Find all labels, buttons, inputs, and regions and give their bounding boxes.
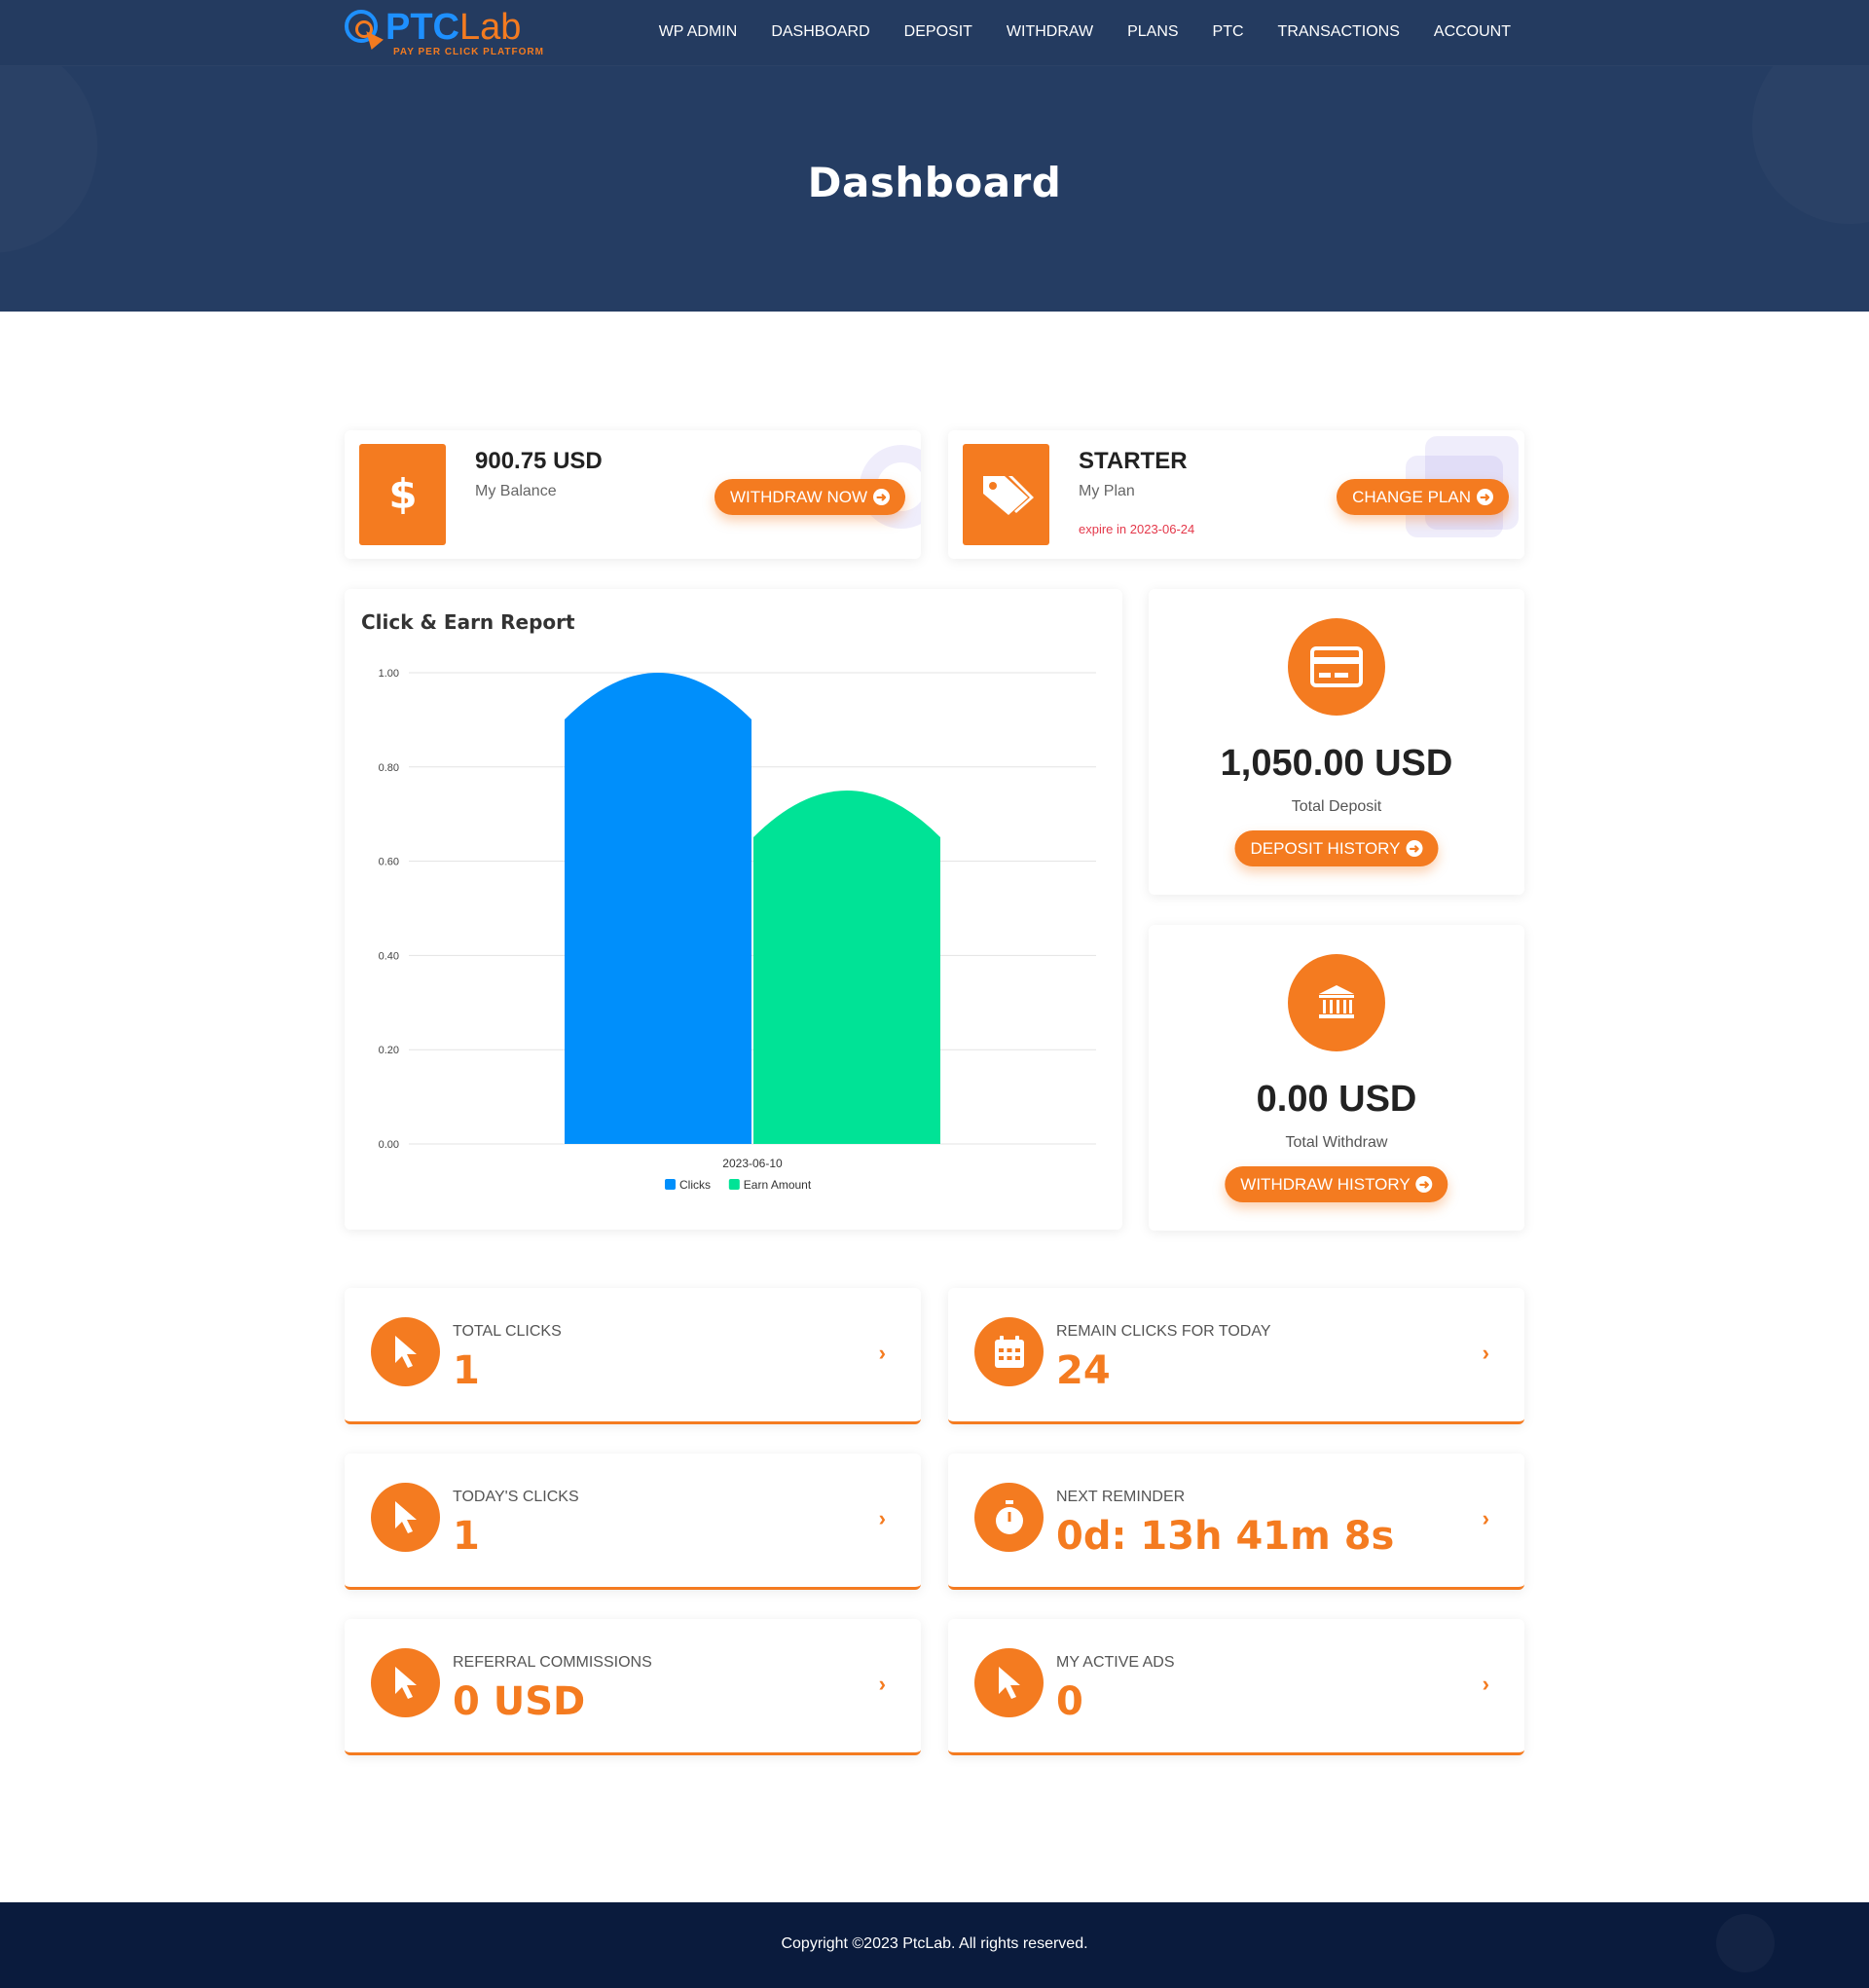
deposit-history-label: DEPOSIT HISTORY (1250, 838, 1401, 858)
legend-label: Earn Amount (744, 1178, 812, 1192)
withdraw-history-button[interactable]: WITHDRAW HISTORY ➜ (1225, 1166, 1448, 1202)
deposit-history-button[interactable]: DEPOSIT HISTORY ➜ (1234, 830, 1439, 866)
chevron-right-icon: › (1482, 1506, 1489, 1530)
chevron-right-icon: › (878, 1672, 886, 1696)
active-ads-value: 0 (1056, 1679, 1083, 1724)
plan-expiry: expire in 2023-06-24 (1079, 522, 1195, 536)
todays-clicks-label: TODAY'S CLICKS (453, 1489, 579, 1505)
remain-clicks-value: 24 (1056, 1348, 1111, 1393)
pointer-icon (371, 1483, 440, 1552)
withdraw-now-button[interactable]: WITHDRAW NOW ➜ (714, 479, 905, 515)
total-withdraw-label: Total Withdraw (1285, 1134, 1388, 1151)
svg-text:$: $ (388, 471, 417, 518)
hero-banner: PTCLab PAY PER CLICK PLATFORM WP ADMIN D… (0, 0, 1869, 312)
nav-withdraw[interactable]: WITHDRAW (1007, 23, 1093, 41)
nav-account[interactable]: ACCOUNT (1434, 23, 1511, 41)
logo-brand-part1: PTC (385, 7, 459, 48)
nav-ptc[interactable]: PTC (1213, 23, 1244, 41)
calendar-icon (974, 1317, 1044, 1386)
credit-card-icon (1288, 618, 1385, 716)
chevron-right-icon: › (1482, 1341, 1489, 1365)
balance-value: 900.75 USD (475, 448, 603, 474)
chevron-right-icon: › (878, 1506, 886, 1530)
referral-commissions-label: REFERRAL COMMISSIONS (453, 1654, 652, 1671)
navbar: PTCLab PAY PER CLICK PLATFORM WP ADMIN D… (0, 0, 1869, 66)
y-tick-label: 0.40 (379, 950, 399, 962)
logo-tagline: PAY PER CLICK PLATFORM (393, 47, 544, 57)
arrow-right-icon: ➜ (1415, 1176, 1433, 1193)
y-tick-label: 1.00 (379, 668, 399, 680)
stopwatch-icon (974, 1483, 1044, 1552)
remain-clicks-card[interactable]: REMAIN CLICKS FOR TODAY 24 › (948, 1288, 1524, 1424)
total-deposit-label: Total Deposit (1291, 798, 1382, 815)
total-deposit-value: 1,050.00 USD (1220, 743, 1453, 784)
total-clicks-label: TOTAL CLICKS (453, 1323, 562, 1340)
plan-value: STARTER (1079, 448, 1188, 474)
click-earn-chart: 0.00 0.20 0.40 0.60 0.80 1.00 2023-06-10 Clicks… (379, 668, 1096, 1192)
dollar-icon: $ (359, 444, 446, 545)
active-ads-label: MY ACTIVE ADS (1056, 1654, 1175, 1671)
legend-marker (665, 1179, 676, 1190)
pointer-icon (974, 1648, 1044, 1717)
copyright-text: Copyright ©2023 PtcLab. All rights reser… (781, 1935, 1088, 1952)
nav-deposit[interactable]: DEPOSIT (904, 23, 972, 41)
next-reminder-value: 0d: 13h 41m 8s (1056, 1514, 1395, 1559)
page-title: Dashboard (807, 159, 1062, 206)
scroll-top-button[interactable] (1716, 1914, 1775, 1972)
chevron-right-icon: › (1482, 1672, 1489, 1696)
pointer-icon (371, 1648, 440, 1717)
footer: Copyright ©2023 PtcLab. All rights reser… (0, 1902, 1869, 1988)
remain-clicks-label: REMAIN CLICKS FOR TODAY (1056, 1323, 1271, 1340)
next-reminder-label: NEXT REMINDER (1056, 1489, 1186, 1505)
referral-commissions-value: 0 USD (453, 1679, 586, 1724)
nav-plans[interactable]: PLANS (1127, 23, 1178, 41)
y-tick-label: 0.20 (379, 1045, 399, 1056)
active-ads-card[interactable]: MY ACTIVE ADS 0 › (948, 1619, 1524, 1755)
total-withdraw-card: 0.00 USD Total Withdraw WITHDRAW HISTORY… (1149, 925, 1524, 1231)
todays-clicks-card[interactable]: TODAY'S CLICKS 1 › (345, 1454, 921, 1590)
logo-brand-part2: Lab (459, 7, 522, 48)
withdraw-history-label: WITHDRAW HISTORY (1240, 1174, 1411, 1194)
balance-label: My Balance (475, 483, 557, 499)
total-withdraw-value: 0.00 USD (1256, 1079, 1417, 1120)
referral-commissions-card[interactable]: REFERRAL COMMISSIONS 0 USD › (345, 1619, 921, 1755)
todays-clicks-value: 1 (453, 1514, 480, 1559)
change-plan-label: CHANGE PLAN (1352, 487, 1471, 506)
arrow-right-icon: ➜ (1477, 489, 1493, 505)
y-tick-label: 0.80 (379, 762, 399, 774)
click-earn-report-card: Click & Earn Report 0.00 0.20 0.40 0.60 0.80… (345, 589, 1122, 1230)
site-logo[interactable]: PTCLab PAY PER CLICK PLATFORM (343, 6, 567, 60)
main-nav: WP ADMIN DASHBOARD DEPOSIT WITHDRAW PLAN… (625, 0, 1511, 64)
x-tick-label: 2023-06-10 (722, 1157, 783, 1170)
nav-dashboard[interactable]: DASHBOARD (771, 23, 869, 41)
change-plan-button[interactable]: CHANGE PLAN ➜ (1337, 479, 1509, 515)
pointer-icon (371, 1317, 440, 1386)
total-deposit-card: 1,050.00 USD Total Deposit DEPOSIT HISTO… (1149, 589, 1524, 895)
arrow-right-icon: ➜ (873, 489, 890, 505)
total-clicks-card[interactable]: TOTAL CLICKS 1 › (345, 1288, 921, 1424)
legend-label: Clicks (679, 1178, 711, 1192)
plan-card: STARTER My Plan expire in 2023-06-24 CHA… (948, 430, 1524, 559)
balance-card: $ 900.75 USD My Balance WITHDRAW NOW ➜ (345, 430, 921, 559)
legend-marker (728, 1179, 740, 1190)
arrow-right-icon: ➜ (1406, 840, 1423, 857)
nav-transactions[interactable]: TRANSACTIONS (1278, 23, 1400, 41)
withdraw-now-label: WITHDRAW NOW (729, 487, 867, 506)
logo-text: PTCLab (385, 8, 521, 47)
tags-icon (963, 444, 1049, 545)
nav-wp-admin[interactable]: WP ADMIN (659, 23, 738, 41)
bar-earn-amount (753, 791, 940, 1144)
chevron-right-icon: › (878, 1341, 886, 1365)
next-reminder-card[interactable]: NEXT REMINDER 0d: 13h 41m 8s › (948, 1454, 1524, 1590)
bar-clicks (565, 673, 751, 1144)
plan-label: My Plan (1079, 483, 1135, 499)
bank-icon (1288, 954, 1385, 1051)
y-tick-label: 0.00 (379, 1139, 399, 1151)
y-tick-label: 0.60 (379, 857, 399, 868)
hero-decoration (0, 39, 97, 253)
total-clicks-value: 1 (453, 1348, 480, 1393)
